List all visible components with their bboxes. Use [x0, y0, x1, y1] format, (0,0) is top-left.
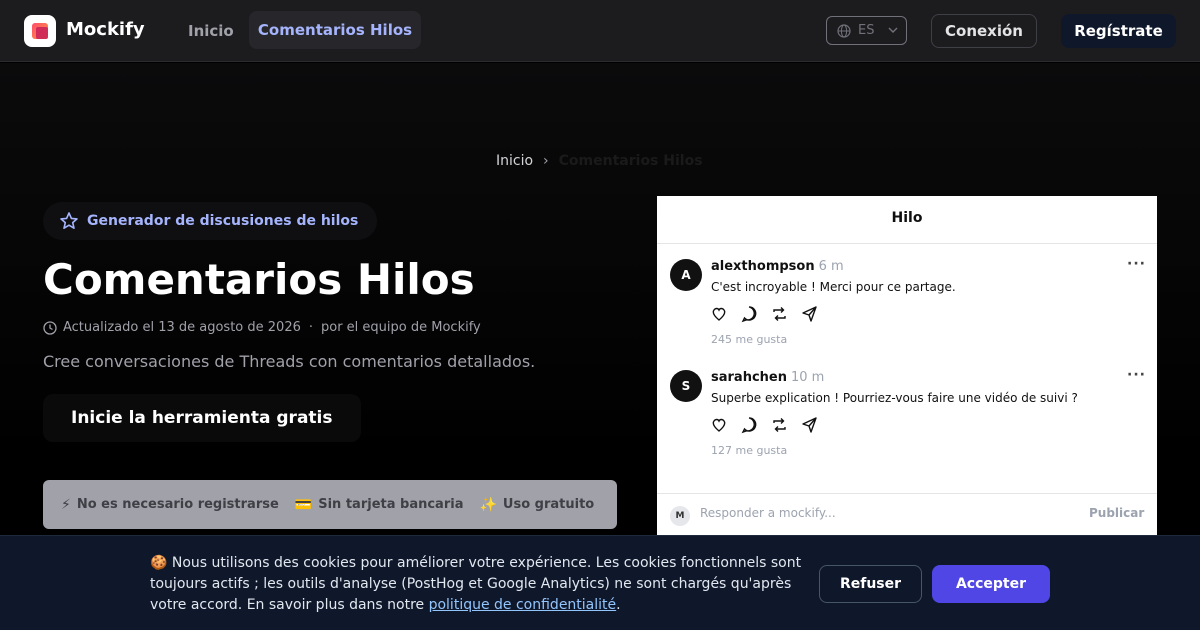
- tool-badge: Generador de discusiones de hilos: [43, 202, 377, 240]
- more-options-icon[interactable]: ···: [1127, 367, 1146, 383]
- heart-icon[interactable]: [711, 416, 741, 434]
- top-header: Mockify Inicio Comentarios Hilos ES Cone…: [0, 0, 1200, 62]
- feature-label: Uso gratuito: [502, 497, 595, 512]
- feature-strip: ⚡ No es necesario registrarse 💳 Sin tarjet…: [43, 480, 617, 529]
- post-time: 10 m: [790, 370, 825, 385]
- breadcrumb-current: Comentarios Hilos: [558, 153, 703, 169]
- mockify-logo-icon[interactable]: [24, 15, 56, 47]
- publish-button[interactable]: Publicar: [1089, 506, 1144, 520]
- more-options-icon[interactable]: ···: [1127, 256, 1146, 272]
- post-likes: 245 me gusta: [711, 333, 788, 346]
- credit-card-icon: 💳: [294, 496, 313, 513]
- breadcrumb-separator: ›: [543, 153, 549, 169]
- lightning-icon: ⚡: [61, 496, 71, 513]
- updated-date: Actualizado el 13 de agosto de 2026: [63, 320, 301, 335]
- nav-comentarios-hilos[interactable]: Comentarios Hilos: [249, 11, 421, 49]
- chevron-down-icon: [888, 27, 898, 33]
- avatar: M: [670, 506, 690, 526]
- avatar[interactable]: A: [670, 259, 702, 291]
- update-meta: Actualizado el 13 de agosto de 2026 · po…: [43, 320, 481, 335]
- privacy-policy-link[interactable]: politique de confidentialité: [429, 597, 617, 613]
- login-button[interactable]: Conexión: [931, 14, 1037, 48]
- feature-label: No es necesario registrarse: [76, 497, 279, 512]
- thread-preview-card: Hilo A alexthompson 6 m ··· C'est incroya…: [657, 196, 1157, 541]
- post-text: Superbe explication ! Pourriez-vous fair…: [711, 391, 1078, 405]
- post-actions: [711, 416, 831, 434]
- author-credit: por el equipo de Mockify: [321, 320, 481, 335]
- page-subtitle: Cree conversaciones de Threads con comen…: [43, 352, 536, 371]
- breadcrumb-home-link[interactable]: Inicio: [496, 153, 533, 169]
- refuse-cookies-button[interactable]: Refuser: [819, 565, 922, 603]
- globe-icon: [837, 24, 851, 38]
- clock-icon: [43, 320, 57, 335]
- meta-separator: ·: [308, 320, 313, 335]
- share-icon[interactable]: [801, 416, 831, 434]
- post-text: C'est incroyable ! Merci pour ce partage…: [711, 280, 956, 294]
- comment-icon[interactable]: [741, 305, 771, 323]
- reply-bar: M Responder a mockify... Publicar: [657, 493, 1157, 541]
- star-icon: [60, 212, 78, 230]
- avatar[interactable]: S: [670, 370, 702, 402]
- page-title: Comentarios Hilos: [43, 255, 475, 304]
- cookie-message: 🍪 Nous utilisons des cookies pour amélio…: [150, 555, 802, 613]
- share-icon[interactable]: [801, 305, 831, 323]
- breadcrumb: Inicio › Comentarios Hilos: [496, 153, 703, 169]
- feature-no-card: 💳 Sin tarjeta bancaria: [295, 497, 464, 513]
- heart-icon[interactable]: [711, 305, 741, 323]
- post-username[interactable]: sarahchen 10 m: [711, 370, 824, 385]
- sparkles-icon: ✨: [479, 496, 497, 513]
- language-code: ES: [858, 23, 875, 38]
- cookie-banner: 🍪 Nous utilisons des cookies pour amélio…: [0, 535, 1200, 630]
- launch-tool-button[interactable]: Inicie la herramienta gratis: [43, 394, 361, 442]
- signup-button[interactable]: Regístrate: [1061, 14, 1176, 48]
- repost-icon[interactable]: [771, 305, 801, 323]
- nav-home-link[interactable]: Inicio: [188, 22, 234, 40]
- post-actions: [711, 305, 831, 323]
- brand-name[interactable]: Mockify: [66, 19, 145, 40]
- accept-cookies-button[interactable]: Accepter: [932, 565, 1050, 603]
- feature-no-signup: ⚡ No es necesario registrarse: [61, 497, 279, 513]
- language-selector[interactable]: ES: [826, 16, 907, 45]
- post-likes: 127 me gusta: [711, 444, 788, 457]
- feature-free: ✨ Uso gratuito: [479, 497, 594, 513]
- comment-icon[interactable]: [741, 416, 771, 434]
- badge-label: Generador de discusiones de hilos: [87, 213, 359, 229]
- repost-icon[interactable]: [771, 416, 801, 434]
- post-username[interactable]: alexthompson 6 m: [711, 259, 844, 274]
- post-time: 6 m: [818, 259, 844, 274]
- reply-input[interactable]: Responder a mockify...: [700, 506, 836, 520]
- feature-label: Sin tarjeta bancaria: [318, 497, 464, 512]
- thread-header: Hilo: [657, 196, 1157, 244]
